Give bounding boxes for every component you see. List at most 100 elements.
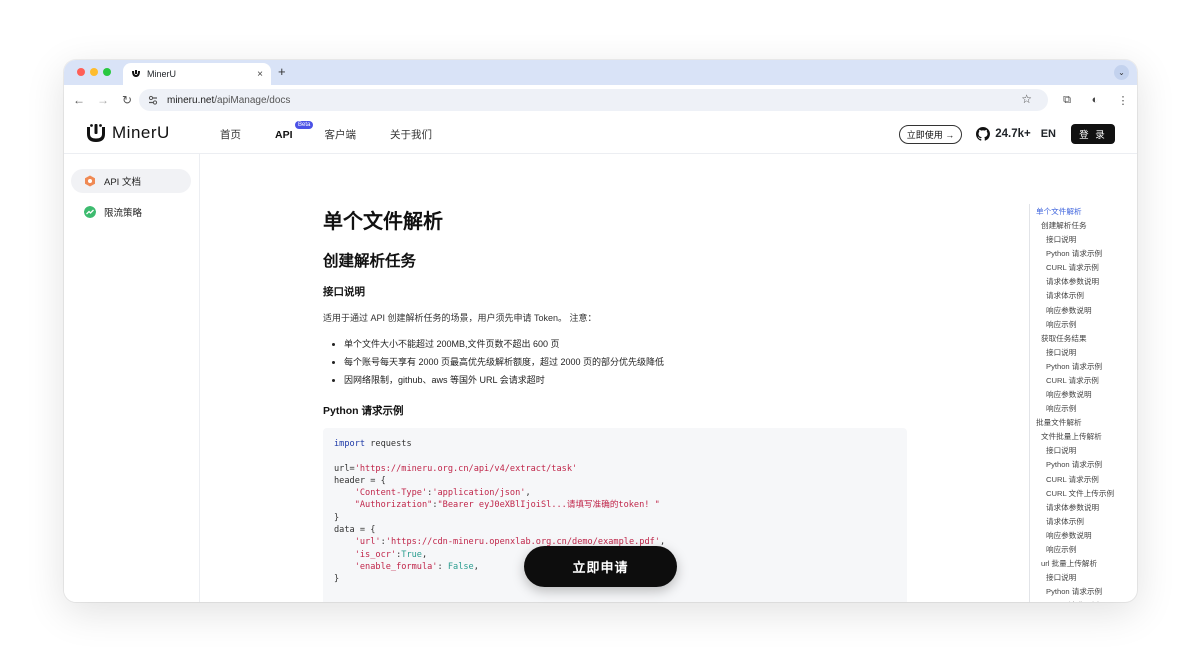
nav-about[interactable]: 关于我们: [390, 127, 432, 142]
code-text: :: [437, 561, 448, 572]
toc-item[interactable]: 文件批量上传解析: [1041, 431, 1102, 442]
reload-icon[interactable]: ↻: [115, 93, 139, 107]
toc-item[interactable]: CURL 请求示例: [1046, 262, 1099, 273]
page-title: 单个文件解析: [323, 211, 443, 233]
mineru-logo[interactable]: MinerU: [85, 123, 170, 143]
toc-item[interactable]: 请求体示例: [1046, 290, 1084, 301]
toc-item[interactable]: 批量文件解析: [1036, 417, 1082, 428]
toc-item[interactable]: 获取任务结果: [1041, 333, 1087, 344]
toc-item[interactable]: url 批量上传解析: [1041, 558, 1097, 569]
forward-icon[interactable]: →: [91, 93, 115, 107]
toc-item[interactable]: 响应示例: [1046, 544, 1076, 555]
address-bar[interactable]: mineru.net/apiManage/docs ☆: [139, 89, 1048, 111]
toc-item[interactable]: Python 请求示例: [1046, 586, 1102, 597]
toc-item[interactable]: CURL 请求示例: [1046, 375, 1099, 386]
sidebar-item-label: 限流策略: [104, 208, 143, 219]
url-path: /apiManage/docs: [214, 94, 291, 106]
nav-api[interactable]: API Beta: [275, 120, 314, 141]
code-boolean: False: [447, 561, 474, 572]
github-stars: 24.7k+: [995, 128, 1031, 140]
toc-item[interactable]: 接口说明: [1046, 572, 1076, 583]
logo-text: MinerU: [112, 123, 170, 142]
site-settings-icon[interactable]: [147, 94, 159, 106]
subsection-title-python: Python 请求示例: [323, 405, 404, 417]
nav-home[interactable]: 首页: [220, 127, 241, 142]
tab-search-icon[interactable]: ⌄: [1114, 65, 1129, 80]
browser-toolbar: ← → ↻ mineru.net/apiManage/docs ☆ ⧉ ◐ ⋮: [64, 85, 1137, 115]
toolbar-right: ⧉ ◐ ⋮: [1053, 85, 1137, 115]
list-item: 每个账号每天享有 2000 页最高优先级解析额度，超过 2000 页的部分优先级…: [344, 353, 664, 371]
code-string: "Authorization": [334, 500, 433, 511]
doc-content: 单个文件解析 创建解析任务 接口说明 适用于通过 API 创建解析任务的场景，用…: [323, 154, 923, 602]
tab-close-icon[interactable]: ×: [257, 69, 263, 80]
toc-item[interactable]: 请求体参数说明: [1046, 502, 1099, 513]
code-line: "Authorization":"Bearer eyJ0eXBlIjoiSl..…: [334, 499, 896, 511]
toc-item[interactable]: 接口说明: [1046, 445, 1076, 456]
code-string: 'Content-Type': [334, 488, 428, 499]
toc-item[interactable]: CURL 请求示例: [1046, 600, 1099, 602]
toc-item[interactable]: 单个文件解析: [1036, 206, 1082, 217]
url-domain: mineru.net: [167, 94, 215, 106]
back-icon[interactable]: ←: [67, 93, 91, 107]
code-text: ,: [525, 488, 531, 499]
toc-item[interactable]: 创建解析任务: [1041, 220, 1087, 231]
browser-tab[interactable]: MinerU ×: [123, 63, 271, 85]
close-window-button[interactable]: [77, 68, 85, 76]
github-icon: [976, 127, 991, 141]
url-text: mineru.net/apiManage/docs: [167, 95, 290, 106]
toc-item[interactable]: Python 请求示例: [1046, 459, 1102, 470]
code-string: 'https://mineru.org.cn/api/v4/extract/ta…: [354, 463, 578, 474]
toc-item[interactable]: 响应示例: [1046, 403, 1076, 414]
table-of-contents: 单个文件解析 创建解析任务 接口说明 Python 请求示例 CURL 请求示例 请求体参…: [1029, 204, 1137, 602]
toc-item[interactable]: Python 请求示例: [1046, 361, 1102, 372]
toc-item[interactable]: 请求体参数说明: [1046, 276, 1099, 287]
bookmark-star-icon[interactable]: ☆: [1021, 92, 1032, 106]
code-line: }: [334, 512, 896, 524]
beta-badge: Beta: [295, 120, 314, 129]
code-string: 'application/json': [432, 488, 526, 499]
toc-item[interactable]: 响应参数说明: [1046, 389, 1092, 400]
notes-list: 单个文件大小不能超过 200MB,文件页数不超出 600 页 每个账号每天享有 …: [344, 335, 664, 389]
trend-icon: [84, 206, 96, 218]
toc-item[interactable]: CURL 请求示例: [1046, 474, 1099, 485]
nav-client[interactable]: 客户端: [325, 127, 357, 142]
toc-item[interactable]: 响应参数说明: [1046, 305, 1092, 316]
code-string: 'url': [334, 537, 381, 548]
code-text: ,: [473, 561, 479, 572]
browser-menu-icon[interactable]: ⋮: [1109, 94, 1137, 107]
sidebar-item-rate-limit[interactable]: 限流策略: [71, 200, 191, 224]
code-text: requests: [365, 439, 412, 449]
code-string: 'enable_formula': [334, 561, 438, 572]
docs-sidebar: API 文档 限流策略: [64, 154, 200, 602]
sidebar-item-api-docs[interactable]: API 文档: [71, 169, 191, 193]
hexagon-icon: [85, 175, 95, 187]
toc-item[interactable]: Python 请求示例: [1046, 248, 1102, 259]
list-item: 单个文件大小不能超过 200MB,文件页数不超出 600 页: [344, 335, 664, 353]
code-text: }: [334, 512, 340, 523]
language-switch[interactable]: EN: [1041, 128, 1056, 140]
maximize-window-button[interactable]: [103, 68, 111, 76]
github-link[interactable]: 24.7k+: [976, 127, 1031, 141]
code-boolean: True: [401, 549, 422, 560]
minimize-window-button[interactable]: [90, 68, 98, 76]
toc-item[interactable]: 接口说明: [1046, 234, 1076, 245]
mineru-logo-icon: [87, 124, 105, 142]
use-now-button[interactable]: 立即使用 →: [898, 124, 963, 144]
extensions-icon[interactable]: ⧉: [1053, 94, 1081, 107]
code-text: url=: [334, 463, 355, 474]
toc-item[interactable]: 请求体示例: [1046, 516, 1084, 527]
site-header: MinerU 首页 API Beta 客户端 关于我们 立即使用 → 24.7k+…: [64, 115, 1137, 154]
browser-window: MinerU × + ⌄ ← → ↻ mineru.net/apiManage/…: [64, 60, 1137, 602]
mineru-favicon-icon: [132, 70, 140, 77]
code-line: url='https://mineru.org.cn/api/v4/extrac…: [334, 463, 896, 475]
new-tab-button[interactable]: +: [278, 64, 286, 79]
toc-item[interactable]: 响应参数说明: [1046, 530, 1092, 541]
list-item: 因网络限制，github、aws 等国外 URL 会请求超时: [344, 371, 664, 389]
apply-now-button[interactable]: 立即申请: [524, 546, 677, 587]
toc-item[interactable]: 响应示例: [1046, 319, 1076, 330]
toc-item[interactable]: CURL 文件上传示例: [1046, 488, 1114, 499]
login-button[interactable]: 登 录: [1071, 124, 1115, 144]
profile-avatar-icon[interactable]: ◐: [1081, 94, 1109, 106]
toc-item[interactable]: 接口说明: [1046, 347, 1076, 358]
code-line: header = {: [334, 475, 896, 487]
